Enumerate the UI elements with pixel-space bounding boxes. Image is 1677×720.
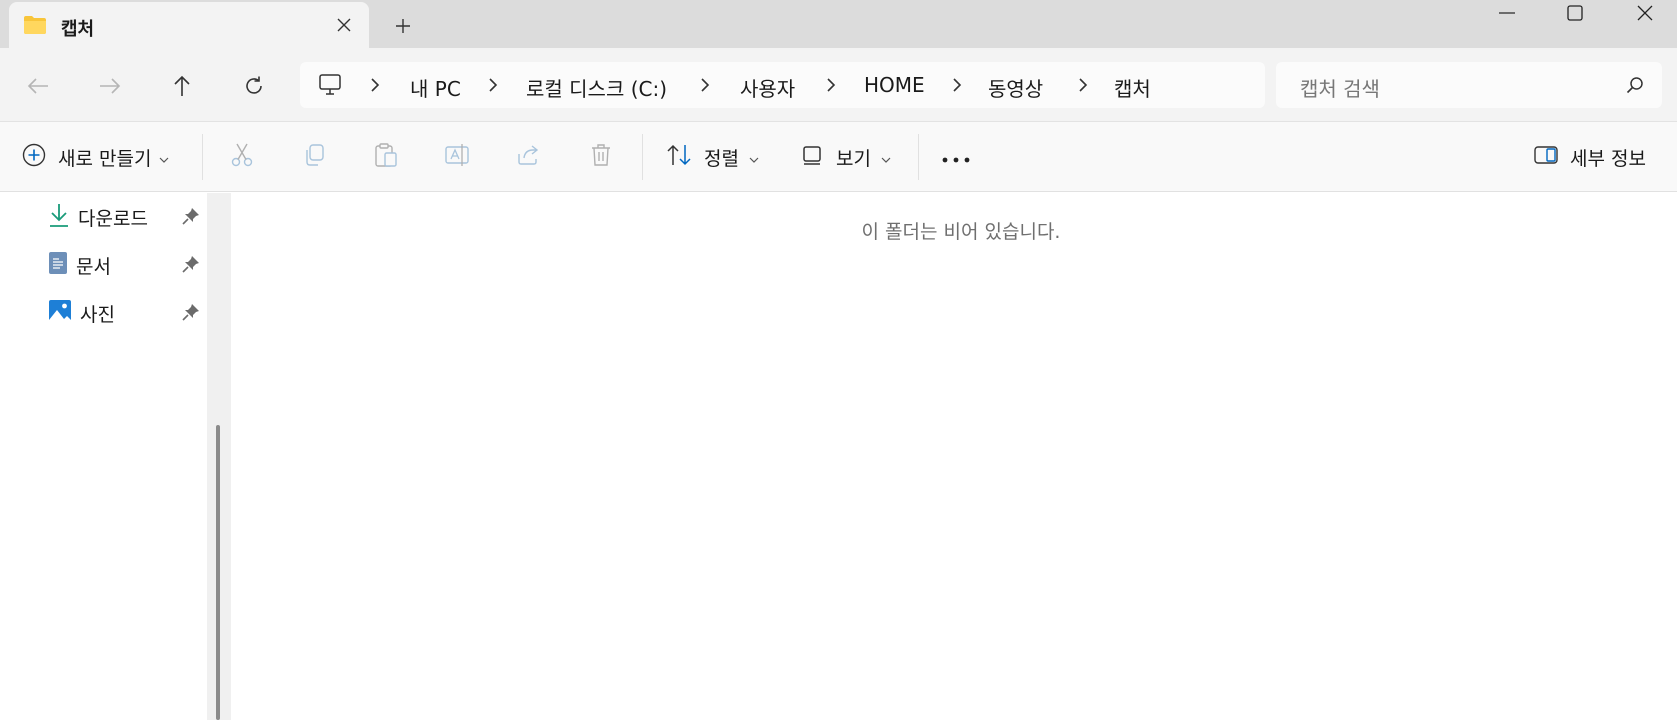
chevron-right-icon[interactable] [952, 77, 962, 97]
paste-button[interactable] [374, 122, 398, 192]
scissors-icon [230, 142, 254, 172]
back-arrow-icon[interactable] [22, 70, 54, 102]
view-icon [802, 145, 824, 169]
view-button-label: 보기 [836, 147, 871, 170]
chevron-down-icon [749, 148, 759, 167]
pin-icon[interactable] [182, 255, 200, 277]
clipboard-icon [374, 142, 398, 172]
nav-item-downloads[interactable]: 다운로드 [48, 197, 208, 237]
plus-circle-icon [22, 143, 46, 171]
folder-icon [23, 15, 47, 39]
sort-button-label: 정렬 [704, 147, 739, 170]
tab-title: 캡처 [61, 19, 95, 40]
rename-icon [444, 143, 470, 171]
close-window-icon[interactable] [1610, 0, 1677, 26]
breadcrumb-this-pc[interactable]: 내 PC [410, 73, 461, 102]
new-button-label: 새로 만들기 [58, 147, 152, 170]
chevron-right-icon[interactable] [826, 77, 836, 97]
maximize-icon[interactable] [1540, 0, 1610, 26]
details-pane-button[interactable]: 세부 정보 [1534, 122, 1646, 192]
title-bar: 캡처 [0, 0, 1677, 48]
share-icon [516, 144, 540, 170]
new-button[interactable]: 새로 만들기 [22, 122, 169, 192]
divider [918, 134, 919, 180]
minimize-icon[interactable] [1472, 0, 1542, 26]
sort-button[interactable]: 정렬 [666, 122, 759, 192]
chevron-down-icon [159, 148, 169, 167]
details-pane-icon [1534, 145, 1558, 169]
more-horizontal-icon [942, 148, 970, 167]
computer-icon [318, 74, 342, 100]
forward-arrow-icon[interactable] [94, 70, 126, 102]
chevron-right-icon[interactable] [370, 77, 380, 97]
search-input[interactable]: 캡처 검색 [1300, 73, 1380, 102]
details-pane-label: 세부 정보 [1570, 147, 1646, 170]
nav-pane-scrollbar-thumb[interactable] [216, 425, 220, 720]
breadcrumb-capture[interactable]: 캡처 [1114, 73, 1151, 102]
copy-button[interactable] [302, 122, 326, 192]
close-icon[interactable] [331, 12, 357, 38]
breadcrumb-local-disk[interactable]: 로컬 디스크 (C:) [526, 73, 667, 102]
share-button[interactable] [516, 122, 540, 192]
nav-item-pictures[interactable]: 사진 [48, 293, 208, 333]
trash-icon [590, 143, 612, 171]
rename-button[interactable] [444, 122, 470, 192]
file-list-area[interactable]: 이 폴더는 비어 있습니다. [231, 193, 1677, 720]
navigation-bar: 내 PC 로컬 디스크 (C:) 사용자 HOME 동영상 캡처 캡처 검색 [0, 48, 1677, 122]
search-icon[interactable] [1626, 76, 1644, 98]
document-icon [48, 251, 68, 279]
command-bar: 새로 만들기 정렬 보기 세부 정보 [0, 122, 1677, 192]
pictures-icon [48, 299, 72, 327]
plus-icon[interactable] [388, 12, 418, 40]
cut-button[interactable] [230, 122, 254, 192]
download-icon [48, 202, 70, 232]
nav-item-label: 문서 [76, 255, 111, 278]
chevron-down-icon [881, 148, 891, 167]
refresh-icon[interactable] [238, 70, 270, 102]
chevron-right-icon[interactable] [700, 77, 710, 97]
tab-capture[interactable]: 캡처 [9, 2, 369, 48]
chevron-right-icon[interactable] [1078, 77, 1088, 97]
nav-item-documents[interactable]: 문서 [48, 245, 208, 285]
nav-item-label: 다운로드 [78, 207, 148, 230]
address-bar[interactable]: 내 PC 로컬 디스크 (C:) 사용자 HOME 동영상 캡처 [300, 62, 1265, 108]
view-button[interactable]: 보기 [802, 122, 891, 192]
divider [642, 134, 643, 180]
sort-icon [666, 144, 692, 170]
pin-icon[interactable] [182, 207, 200, 229]
empty-folder-message: 이 폴더는 비어 있습니다. [861, 221, 1061, 243]
navigation-pane: 다운로드 문서 사진 [0, 193, 207, 720]
delete-button[interactable] [590, 122, 612, 192]
search-box[interactable]: 캡처 검색 [1276, 62, 1662, 108]
breadcrumb-users[interactable]: 사용자 [740, 73, 795, 102]
breadcrumb-videos[interactable]: 동영상 [988, 73, 1043, 102]
breadcrumb-home[interactable]: HOME [864, 73, 925, 97]
divider [202, 134, 203, 180]
more-options-button[interactable] [942, 122, 970, 192]
nav-item-label: 사진 [80, 303, 115, 326]
copy-icon [302, 143, 326, 171]
chevron-right-icon[interactable] [488, 77, 498, 97]
up-arrow-icon[interactable] [166, 70, 198, 102]
pin-icon[interactable] [182, 303, 200, 325]
